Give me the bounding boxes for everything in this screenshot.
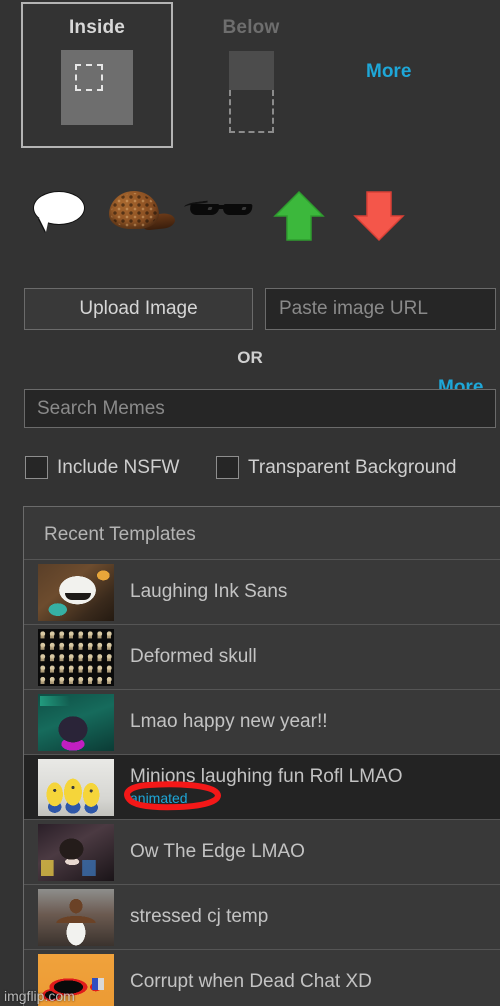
template-thumbnail — [38, 888, 114, 946]
template-thumbnail — [38, 563, 114, 621]
caption-position-selector: Inside Below More — [0, 0, 500, 160]
up-arrow-icon — [273, 190, 325, 241]
transparent-background-checkbox[interactable]: Transparent Background — [216, 456, 456, 479]
caption-inside-icon — [61, 50, 133, 125]
template-list-item-selected[interactable]: Minions laughing fun Rofl LMAO animated — [24, 754, 500, 819]
template-name: Corrupt when Dead Chat XD — [130, 971, 372, 992]
caption-position-option-below[interactable]: Below — [195, 2, 307, 148]
template-thumbnail — [38, 953, 114, 1006]
template-name: Minions laughing fun Rofl LMAO — [130, 766, 403, 787]
template-list-item[interactable]: Lmao happy new year!! — [24, 689, 500, 754]
template-list-item[interactable]: Laughing Ink Sans — [24, 559, 500, 624]
paste-image-url-input[interactable] — [265, 288, 496, 330]
down-arrow-icon — [353, 191, 405, 242]
transparent-background-label: Transparent Background — [248, 456, 457, 478]
meme-generator-panel: Inside Below More More Upload Image Past… — [0, 0, 500, 1006]
caption-position-option-inside[interactable]: Inside — [21, 2, 173, 148]
speech-bubble-sticker[interactable] — [33, 191, 87, 232]
scumbag-hat-sticker[interactable] — [107, 187, 177, 235]
red-down-arrow-sticker[interactable] — [352, 190, 406, 242]
template-name: Laughing Ink Sans — [130, 581, 288, 602]
template-name: Ow The Edge LMAO — [130, 841, 305, 862]
template-name: stressed cj temp — [130, 906, 269, 927]
or-divider-label: OR — [237, 348, 263, 367]
caption-below-icon — [228, 51, 274, 133]
recent-templates-title: Recent Templates — [44, 524, 196, 545]
template-list-item[interactable]: Corrupt when Dead Chat XD — [24, 949, 500, 1006]
template-list-item[interactable]: Ow The Edge LMAO — [24, 819, 500, 884]
template-thumbnail — [38, 693, 114, 751]
template-thumbnail — [38, 628, 114, 686]
template-list-item[interactable]: stressed cj temp — [24, 884, 500, 949]
template-name: Lmao happy new year!! — [130, 711, 328, 732]
template-filters: Include NSFW Transparent Background — [0, 454, 500, 484]
template-list-item[interactable]: Deformed skull — [24, 624, 500, 689]
caption-position-more-link[interactable]: More — [366, 61, 411, 83]
caption-position-inside-label: Inside — [68, 17, 126, 38]
include-nsfw-checkbox-box[interactable] — [25, 456, 48, 479]
caption-position-below-label: Below — [222, 17, 280, 38]
transparent-background-checkbox-box[interactable] — [216, 456, 239, 479]
sticker-picker-row: More — [0, 175, 500, 398]
include-nsfw-checkbox[interactable]: Include NSFW — [25, 456, 179, 479]
search-memes-input[interactable] — [24, 389, 496, 428]
template-name: Deformed skull — [130, 646, 257, 667]
image-source-row: Upload Image — [0, 288, 500, 330]
upload-image-button[interactable]: Upload Image — [24, 288, 253, 330]
template-animated-badge: animated — [130, 790, 188, 806]
template-thumbnail — [38, 758, 114, 816]
include-nsfw-label: Include NSFW — [57, 456, 180, 478]
deal-with-it-sunglasses-sticker[interactable] — [183, 200, 256, 222]
template-thumbnail — [38, 823, 114, 881]
recent-templates-panel: Recent Templates Laughing Ink Sans Defor… — [23, 506, 500, 1006]
green-up-arrow-sticker[interactable] — [272, 190, 326, 242]
